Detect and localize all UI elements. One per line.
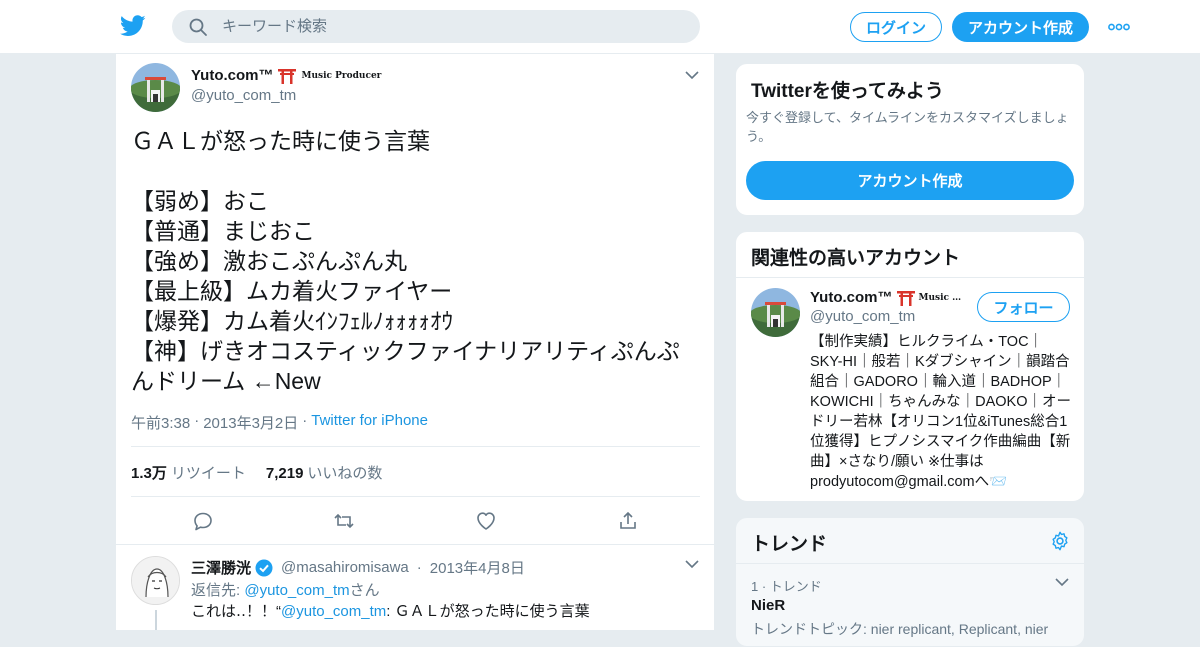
like-label: いいねの数 xyxy=(307,465,383,482)
share-icon[interactable] xyxy=(616,509,640,533)
like-heart-icon[interactable] xyxy=(474,509,498,533)
verified-badge-icon xyxy=(255,559,273,576)
related-account-handle[interactable]: @yuto_com_tm xyxy=(810,308,915,325)
author-handle[interactable]: @yuto_com_tm xyxy=(191,87,296,104)
tweet-client-link[interactable]: Twitter for iPhone xyxy=(311,412,428,433)
signup-button[interactable]: アカウント作成 xyxy=(952,12,1089,42)
more-options-icon[interactable] xyxy=(1108,20,1130,34)
like-stat[interactable]: 7,219 いいねの数 xyxy=(266,462,383,483)
reply-to-line: 返信先: @yuto_com_tmさん xyxy=(191,579,380,600)
tweet-time[interactable]: 午前3:38 xyxy=(131,412,190,433)
related-accounts-card: 関連性の高いアカウント Yuto.com™ Music … @yuto_com_… xyxy=(735,231,1085,502)
search-icon xyxy=(189,18,207,36)
reply-to-suffix: さん xyxy=(349,582,380,599)
trend-topics: トレンドトピック: nier replicant, Replicant, nie… xyxy=(751,621,1049,637)
login-button[interactable]: ログイン xyxy=(850,12,942,42)
avatar-image xyxy=(751,288,800,337)
reply-handle: @masahiromisawa xyxy=(281,559,409,576)
avatar-image xyxy=(132,557,179,604)
search-box[interactable] xyxy=(172,10,700,43)
reply-date[interactable]: 2013年4月8日 xyxy=(430,557,525,578)
reply-text-mention[interactable]: @yuto_com_tm xyxy=(281,603,386,620)
signup-card-title: Twitterを使ってみよう xyxy=(751,81,944,102)
retweet-icon[interactable] xyxy=(332,509,356,533)
divider xyxy=(116,544,714,545)
signup-card-button[interactable]: アカウント作成 xyxy=(746,161,1074,200)
tweet-stats: 1.3万 リツイート 7,219 いいねの数 xyxy=(131,462,382,483)
related-account-avatar[interactable] xyxy=(751,288,800,337)
signup-card: Twitterを使ってみよう 今すぐ登録して、タイムラインをカスタマイズしましょ… xyxy=(735,63,1085,216)
trend-name: NieR xyxy=(751,597,786,614)
follow-button[interactable]: フォロー xyxy=(977,292,1070,322)
reply-text-suffix: : ＧＡＬが怒った時に使う言葉 xyxy=(386,603,590,620)
reply-author[interactable]: 三澤勝洸 @masahiromisawa · 2013年4月8日 xyxy=(191,557,525,578)
torii-gate-icon xyxy=(896,290,915,306)
trends-title: トレンド xyxy=(751,534,828,555)
separator-dot: · xyxy=(194,412,200,429)
avatar-image xyxy=(131,63,180,112)
like-count: 7,219 xyxy=(265,465,304,482)
reply-to-mention[interactable]: @yuto_com_tm xyxy=(244,582,349,599)
related-accounts-title: 関連性の高いアカウント xyxy=(751,248,961,269)
retweet-count: 1.3万 xyxy=(131,465,167,482)
related-display-name: Yuto.com™ xyxy=(810,289,893,306)
thread-line xyxy=(155,610,157,630)
tweet-text: ＧＡＬが怒った時に使う言葉 【弱め】おこ 【普通】まじおこ 【強め】激おこぷんぷ… xyxy=(131,128,680,394)
author-name[interactable]: Yuto.com™ Music Producer xyxy=(191,67,381,84)
reply-to-prefix: 返信先: xyxy=(191,582,245,599)
chevron-down-icon[interactable] xyxy=(1055,578,1069,587)
trends-card: トレンド 1 · トレンド NieR トレンドトピック: nier replic… xyxy=(735,517,1085,647)
divider xyxy=(736,277,1084,278)
reply-avatar[interactable] xyxy=(131,556,180,605)
tweet-date[interactable]: 2013年3月2日 xyxy=(203,412,298,433)
torii-gate-icon xyxy=(277,68,296,84)
reply-text: これは‥！！“@yuto_com_tm: ＧＡＬが怒った時に使う言葉 xyxy=(191,600,590,621)
reply-display-name: 三澤勝洸 xyxy=(191,560,252,577)
retweet-label: リツイート xyxy=(170,465,246,482)
search-input[interactable] xyxy=(222,18,662,35)
trend-meta: 1 · トレンド xyxy=(751,579,822,594)
avatar[interactable] xyxy=(131,63,180,112)
divider xyxy=(131,446,700,447)
separator-dot: · xyxy=(302,412,308,429)
separator-dot: · xyxy=(416,559,422,576)
chevron-down-icon[interactable] xyxy=(685,560,699,569)
related-account-name[interactable]: Yuto.com™ Music … xyxy=(810,289,961,306)
divider xyxy=(131,496,700,497)
reply-text-prefix: これは‥！！“ xyxy=(191,603,282,620)
author-name-badge: Music Producer xyxy=(301,70,382,81)
twitter-bird-icon[interactable] xyxy=(120,14,146,38)
retweet-stat[interactable]: 1.3万 リツイート xyxy=(131,462,246,483)
author-display-name: Yuto.com™ xyxy=(191,67,274,84)
gear-icon[interactable] xyxy=(1049,530,1071,552)
related-account-bio: 【制作実績】ヒルクライム・TOC｜SKY-HI｜般若｜Kダブシャイン｜韻踏合組合… xyxy=(810,334,1072,490)
related-name-badge: Music … xyxy=(918,292,962,303)
signup-card-description: 今すぐ登録して、タイムラインをカスタマイズしましょう。 xyxy=(746,110,1069,144)
top-bar: ログイン アカウント作成 xyxy=(0,0,1200,54)
reply-icon[interactable] xyxy=(191,509,215,533)
divider xyxy=(736,563,1084,564)
tweet-column: Yuto.com™ Music Producer @yuto_com_tm ＧＡ… xyxy=(115,54,715,630)
chevron-down-icon[interactable] xyxy=(685,71,699,80)
tweet-meta: 午前3:38 · 2013年3月2日 · Twitter for iPhone xyxy=(131,412,428,433)
tweet-actions xyxy=(116,509,714,533)
